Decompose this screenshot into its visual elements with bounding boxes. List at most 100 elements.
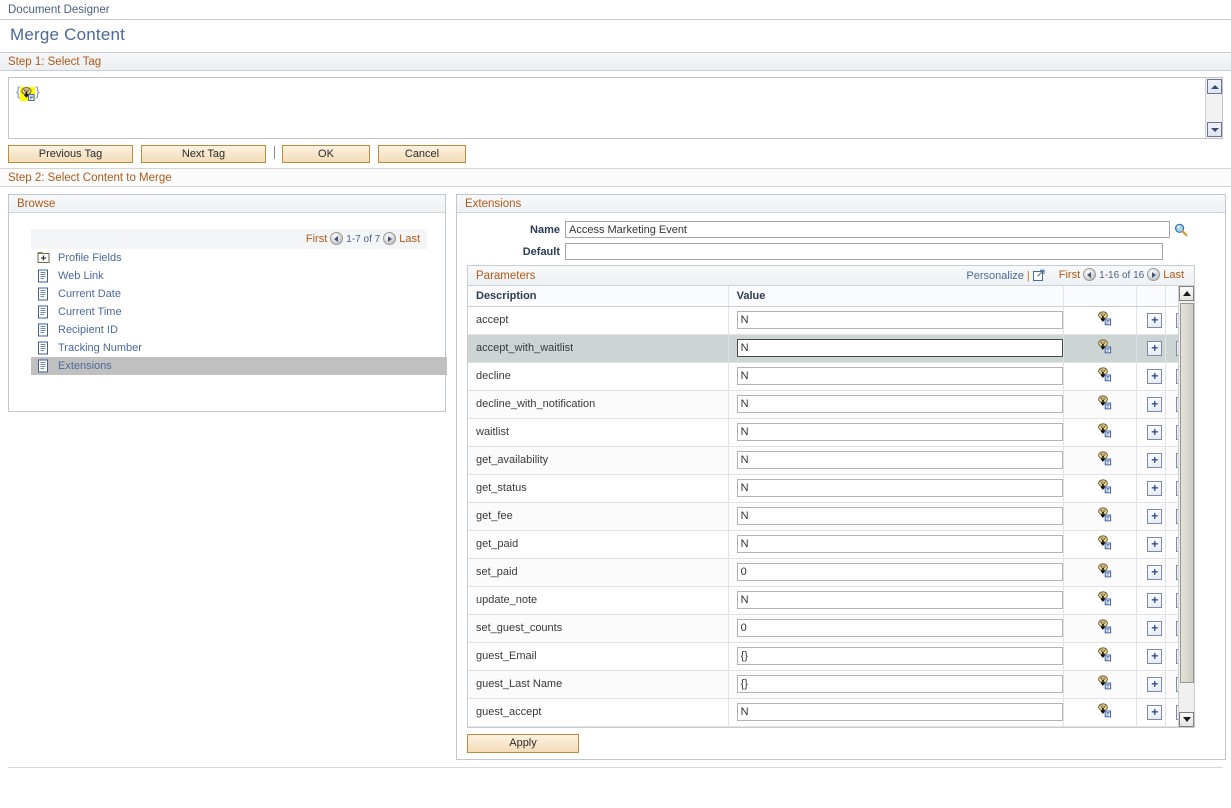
table-row[interactable]: guest_Email+−: [468, 642, 1194, 670]
merge-tag-icon[interactable]: [1096, 703, 1112, 718]
add-row-button[interactable]: +: [1147, 705, 1162, 720]
merge-tag-icon[interactable]: [1096, 535, 1112, 550]
add-row-button[interactable]: +: [1147, 425, 1162, 440]
table-row[interactable]: guest_accept+−: [468, 698, 1194, 726]
tree-item-label[interactable]: Current Time: [58, 303, 122, 321]
tree-item-extensions[interactable]: Extensions: [31, 357, 447, 375]
document-icon[interactable]: [37, 269, 50, 283]
merge-tag-icon[interactable]: [1096, 423, 1112, 438]
add-row-button[interactable]: +: [1147, 649, 1162, 664]
merge-tag-icon[interactable]: [1096, 675, 1112, 690]
merge-tag-icon[interactable]: [1096, 339, 1112, 354]
next-tag-button[interactable]: Next Tag: [141, 145, 266, 163]
tree-item-label[interactable]: Tracking Number: [58, 339, 142, 357]
value-input[interactable]: [737, 311, 1063, 329]
default-input[interactable]: [565, 243, 1163, 260]
merge-tag-icon[interactable]: [1096, 563, 1112, 578]
add-row-button[interactable]: +: [1147, 341, 1162, 356]
value-input[interactable]: [737, 479, 1063, 497]
folder-plus-icon[interactable]: [37, 251, 50, 265]
table-row[interactable]: update_note+−: [468, 586, 1194, 614]
tree-item-profile-fields[interactable]: Profile Fields: [31, 249, 447, 267]
document-icon[interactable]: [37, 341, 50, 355]
merge-tag-icon[interactable]: [1096, 591, 1112, 606]
tree-item-label[interactable]: Web Link: [58, 267, 104, 285]
table-row[interactable]: guest_Last Name+−: [468, 670, 1194, 698]
add-row-button[interactable]: +: [1147, 509, 1162, 524]
add-row-button[interactable]: +: [1147, 481, 1162, 496]
column-header-description[interactable]: Description: [468, 286, 728, 306]
table-row[interactable]: accept+−: [468, 306, 1194, 334]
add-row-button[interactable]: +: [1147, 453, 1162, 468]
merge-tag-icon[interactable]: [1096, 647, 1112, 662]
parameters-next-page-icon[interactable]: [1147, 268, 1160, 281]
document-icon[interactable]: [37, 305, 50, 319]
table-row[interactable]: set_guest_counts+−: [468, 614, 1194, 642]
merge-tag-icon[interactable]: [1096, 395, 1112, 410]
add-row-button[interactable]: +: [1147, 677, 1162, 692]
personalize-link[interactable]: Personalize: [966, 270, 1023, 282]
value-input[interactable]: [737, 535, 1063, 553]
tree-item-tracking-number[interactable]: Tracking Number: [31, 339, 447, 357]
tag-canvas[interactable]: { }: [8, 77, 1223, 139]
value-input[interactable]: [737, 367, 1063, 385]
parameters-pager-first[interactable]: First: [1059, 269, 1080, 281]
value-input[interactable]: [737, 423, 1063, 441]
value-input[interactable]: [737, 339, 1063, 357]
tree-item-current-time[interactable]: Current Time: [31, 303, 447, 321]
add-row-button[interactable]: +: [1147, 369, 1162, 384]
column-header-value[interactable]: Value: [728, 286, 1063, 306]
add-row-button[interactable]: +: [1147, 537, 1162, 552]
tree-item-recipient-id[interactable]: Recipient ID: [31, 321, 447, 339]
add-row-button[interactable]: +: [1147, 397, 1162, 412]
tag-canvas-scrollbar[interactable]: [1205, 78, 1222, 138]
scroll-up-icon[interactable]: [1207, 79, 1222, 94]
value-input[interactable]: [737, 591, 1063, 609]
magnifier-icon[interactable]: [1174, 223, 1188, 237]
add-row-button[interactable]: +: [1147, 593, 1162, 608]
browse-previous-page-icon[interactable]: [330, 232, 343, 245]
merge-tag-icon[interactable]: [1096, 619, 1112, 634]
value-input[interactable]: [737, 507, 1063, 525]
apply-button[interactable]: Apply: [467, 734, 579, 753]
grid-scroll-thumb[interactable]: [1180, 303, 1194, 683]
breadcrumb[interactable]: Document Designer: [0, 0, 1231, 20]
browse-pager-last[interactable]: Last: [399, 233, 420, 245]
open-new-window-icon[interactable]: [1033, 268, 1045, 280]
tree-item-current-date[interactable]: Current Date: [31, 285, 447, 303]
document-icon[interactable]: [37, 287, 50, 301]
table-row[interactable]: get_status+−: [468, 474, 1194, 502]
tree-item-label[interactable]: Profile Fields: [58, 249, 122, 267]
cancel-button[interactable]: Cancel: [378, 145, 466, 163]
table-row[interactable]: decline_with_notification+−: [468, 390, 1194, 418]
previous-tag-button[interactable]: Previous Tag: [8, 145, 133, 163]
value-input[interactable]: [737, 703, 1063, 721]
merge-tag-icon[interactable]: [1096, 451, 1112, 466]
document-icon[interactable]: [37, 323, 50, 337]
value-input[interactable]: [737, 647, 1063, 665]
table-row[interactable]: get_paid+−: [468, 530, 1194, 558]
merge-tag-icon[interactable]: [1096, 367, 1112, 382]
tree-item-label[interactable]: Recipient ID: [58, 321, 118, 339]
grid-scroll-down-icon[interactable]: [1179, 712, 1194, 727]
table-row[interactable]: accept_with_waitlist+−: [468, 334, 1194, 362]
merge-tag-icon[interactable]: [1096, 311, 1112, 326]
add-row-button[interactable]: +: [1147, 313, 1162, 328]
table-row[interactable]: waitlist+−: [468, 418, 1194, 446]
parameters-pager-last[interactable]: Last: [1163, 269, 1184, 281]
table-row[interactable]: decline+−: [468, 362, 1194, 390]
browse-next-page-icon[interactable]: [383, 232, 396, 245]
table-row[interactable]: set_paid+−: [468, 558, 1194, 586]
table-row[interactable]: get_fee+−: [468, 502, 1194, 530]
tree-item-web-link[interactable]: Web Link: [31, 267, 447, 285]
add-row-button[interactable]: +: [1147, 565, 1162, 580]
name-input[interactable]: [565, 221, 1170, 238]
merge-tag-icon[interactable]: [1096, 507, 1112, 522]
tree-item-label[interactable]: Extensions: [58, 357, 112, 375]
value-input[interactable]: [737, 619, 1063, 637]
grid-scroll-up-icon[interactable]: [1179, 286, 1194, 301]
merge-tag-token[interactable]: { }: [16, 84, 40, 101]
browse-pager-first[interactable]: First: [306, 233, 327, 245]
merge-tag-icon[interactable]: [1096, 479, 1112, 494]
value-input[interactable]: [737, 395, 1063, 413]
